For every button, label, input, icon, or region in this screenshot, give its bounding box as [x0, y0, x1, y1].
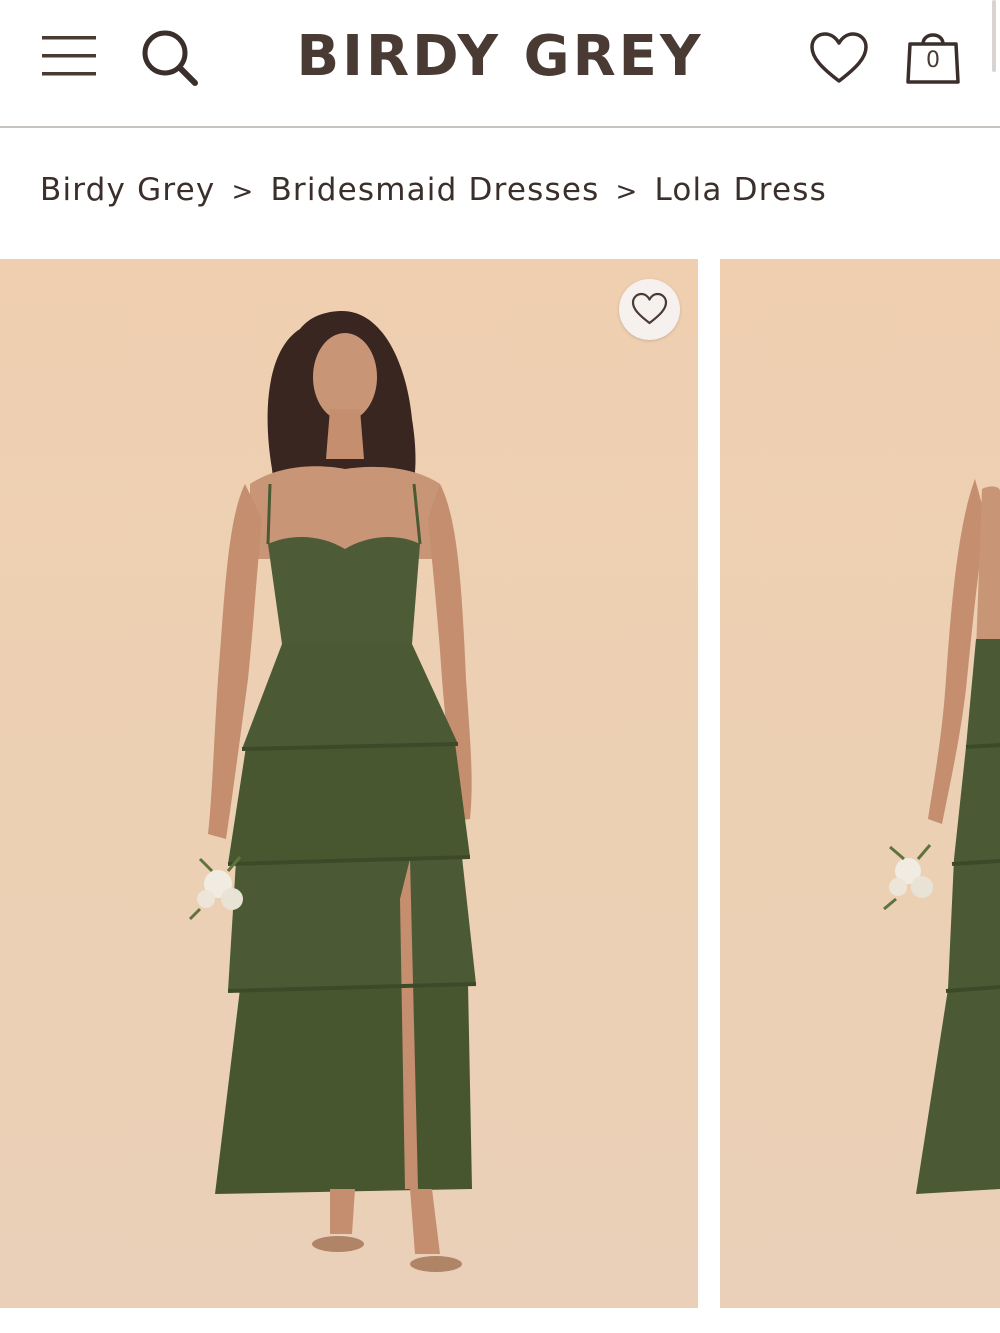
breadcrumb: Birdy Grey > Bridesmaid Dresses > Lola Dress [40, 172, 827, 208]
product-image-main[interactable] [0, 259, 698, 1308]
heart-icon [631, 292, 668, 325]
favorite-button[interactable] [619, 279, 680, 340]
heart-icon[interactable] [808, 30, 870, 86]
model-illustration [883, 479, 1000, 1194]
breadcrumb-item-current: Lola Dress [654, 172, 827, 208]
breadcrumb-separator: > [231, 177, 255, 207]
breadcrumb-separator: > [615, 177, 639, 207]
scrollbar[interactable] [992, 0, 996, 72]
site-header: BIRDY GREY 0 [0, 0, 1000, 128]
breadcrumb-item-home[interactable]: Birdy Grey [40, 172, 215, 208]
model-illustration [188, 310, 477, 1272]
breadcrumb-item-category[interactable]: Bridesmaid Dresses [270, 172, 599, 208]
product-image-next[interactable] [720, 259, 1000, 1308]
cart-count: 0 [926, 48, 940, 73]
